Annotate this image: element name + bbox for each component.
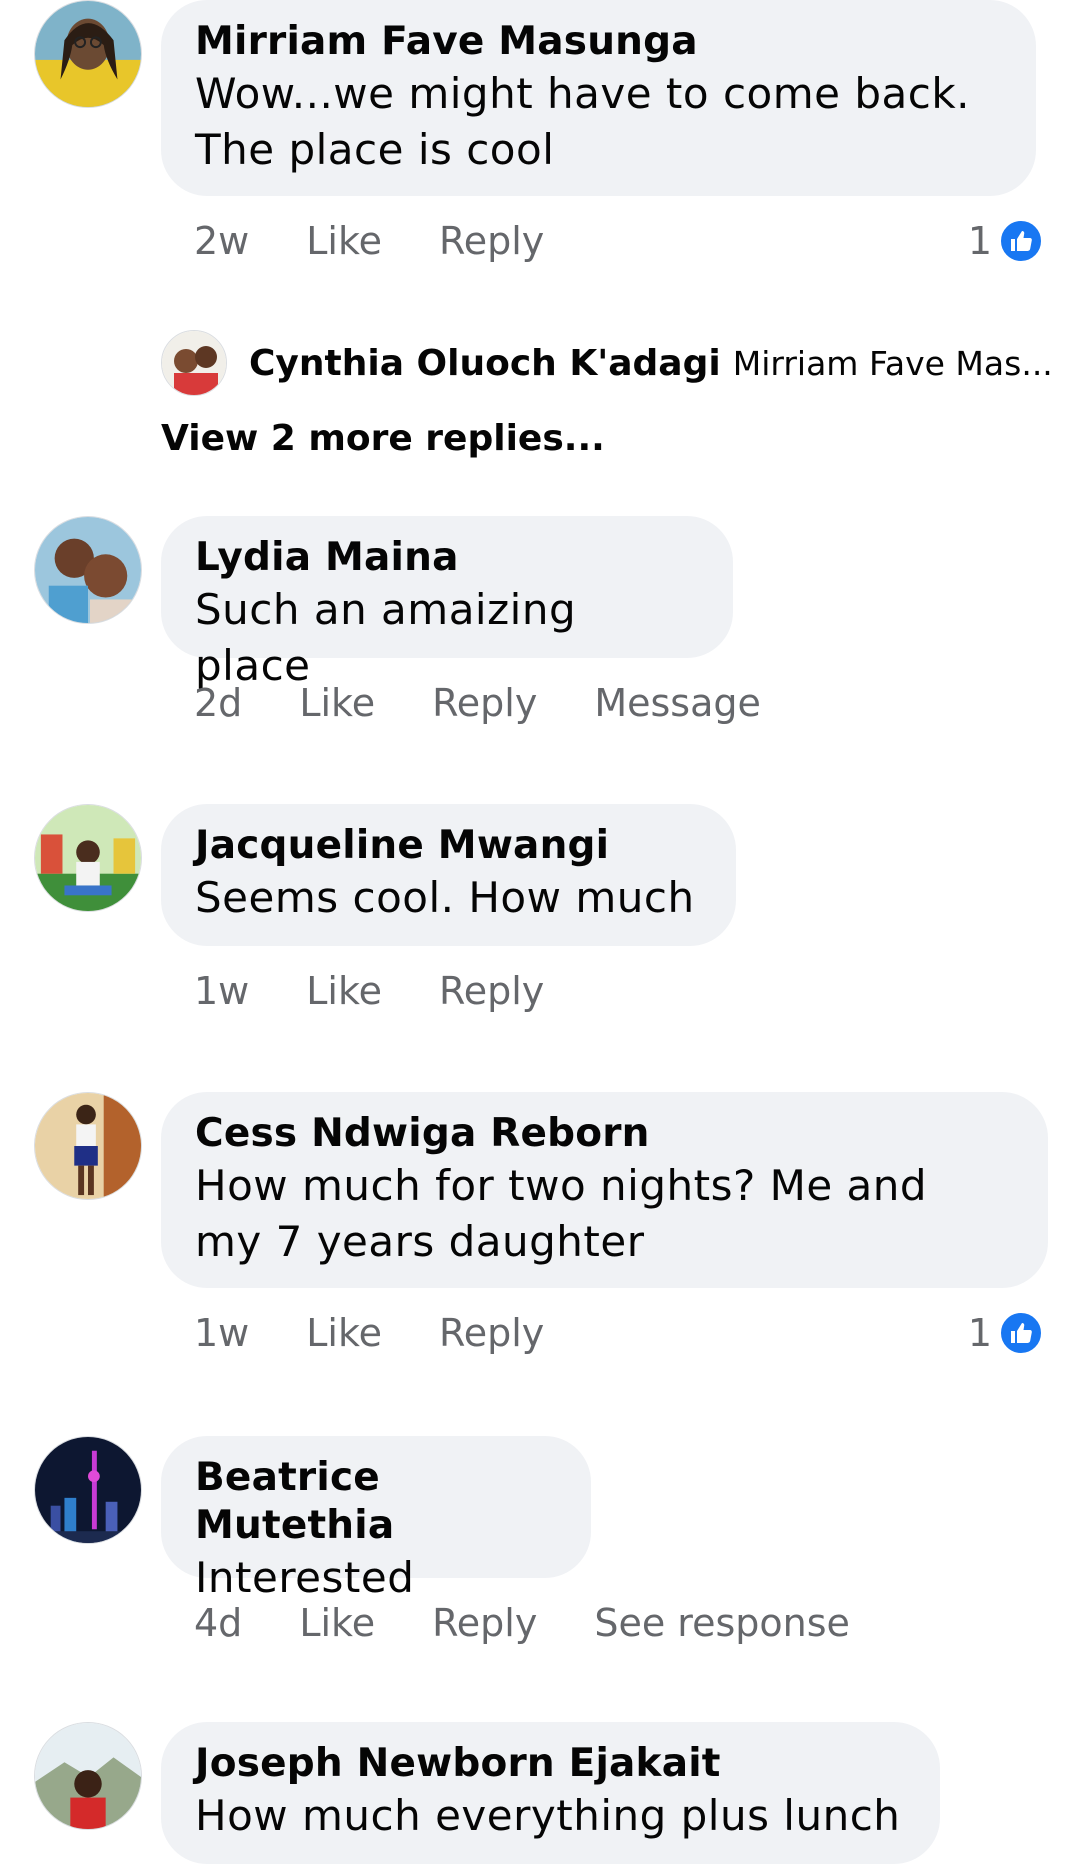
thumbs-up-icon — [998, 1310, 1044, 1356]
comment-text-line: Seems cool. How much — [195, 873, 695, 922]
comment-author[interactable]: Beatrice Mutethia — [195, 1454, 557, 1550]
like-button[interactable]: Like — [306, 1311, 382, 1355]
comment-bubble: Lydia Maina Such an amaizing place — [161, 516, 733, 690]
message-button[interactable]: Message — [594, 681, 761, 725]
like-button[interactable]: Like — [306, 969, 382, 1013]
avatar[interactable] — [34, 1722, 142, 1830]
avatar[interactable] — [34, 1436, 142, 1544]
comment-actions: 2w Like Reply — [194, 216, 601, 266]
comment-author[interactable]: Lydia Maina — [195, 534, 699, 582]
avatar-playground-icon — [35, 805, 141, 911]
avatar-family-icon — [162, 331, 226, 395]
avatar-city-night-icon — [35, 1437, 141, 1543]
reply-button[interactable]: Reply — [439, 1311, 544, 1355]
comment-timestamp: 2d — [194, 681, 243, 725]
avatar[interactable] — [161, 330, 227, 396]
comment-bubble: Joseph Newborn Ejakait How much everythi… — [161, 1722, 940, 1864]
comment-author[interactable]: Cess Ndwiga Reborn — [195, 1110, 1014, 1158]
comment-timestamp: 4d — [194, 1601, 243, 1645]
reaction-count[interactable]: 1 — [968, 218, 1044, 264]
comment-bubble: Beatrice Mutethia Interested — [161, 1436, 591, 1602]
comment-author[interactable]: Jacqueline Mwangi — [195, 822, 702, 870]
thumbs-up-icon — [998, 218, 1044, 264]
avatar-woman-yellow-icon — [35, 1, 141, 107]
reaction-count[interactable]: 1 — [968, 1310, 1044, 1356]
avatar[interactable] — [34, 804, 142, 912]
reply-button[interactable]: Reply — [432, 1601, 537, 1645]
like-button[interactable]: Like — [299, 681, 375, 725]
reply-button[interactable]: Reply — [432, 681, 537, 725]
comment-bubble: Mirriam Fave Masunga Wow...we might have… — [161, 0, 1036, 196]
reply-button[interactable]: Reply — [439, 969, 544, 1013]
comment-actions: 1w Like Reply — [194, 1308, 601, 1358]
comment-author[interactable]: Joseph Newborn Ejakait — [195, 1740, 906, 1788]
comment-timestamp: 1w — [194, 969, 250, 1013]
comment-timestamp: 1w — [194, 1311, 250, 1355]
comment-text-line: my 7 years daughter — [195, 1217, 645, 1266]
avatar-man-outdoors-icon — [35, 1723, 141, 1829]
reply-button[interactable]: Reply — [439, 219, 544, 263]
reaction-count-value: 1 — [967, 1311, 992, 1355]
comment-actions: 2d Like Reply Message — [194, 678, 818, 728]
view-more-replies-link[interactable]: View 2 more replies... — [161, 418, 605, 459]
comment-text-line: How much everything plus lunch — [195, 1791, 901, 1840]
see-response-button[interactable]: See response — [594, 1601, 850, 1645]
reply-text-preview: Mirriam Fave Mas... — [732, 343, 1053, 383]
comment-bubble: Cess Ndwiga Reborn How much for two nigh… — [161, 1092, 1048, 1288]
avatar[interactable] — [34, 0, 142, 108]
avatar[interactable] — [34, 1092, 142, 1200]
reply-preview-row[interactable]: Cynthia Oluoch K'adagi Mirriam Fave Mas.… — [161, 330, 1053, 396]
comment-text-line: The place is cool — [195, 125, 555, 174]
comment-author[interactable]: Mirriam Fave Masunga — [195, 18, 1002, 66]
reaction-count-value: 1 — [967, 219, 992, 263]
avatar-standing-woman-icon — [35, 1093, 141, 1199]
reply-author[interactable]: Cynthia Oluoch K'adagi — [249, 343, 721, 384]
comment-actions: 4d Like Reply See response — [194, 1598, 907, 1648]
comment-bubble: Jacqueline Mwangi Seems cool. How much — [161, 804, 736, 946]
comment-text-line: How much for two nights? Me and — [195, 1161, 928, 1210]
avatar[interactable] — [34, 516, 142, 624]
comment-timestamp: 2w — [194, 219, 250, 263]
like-button[interactable]: Like — [306, 219, 382, 263]
comment-actions: 1w Like Reply — [194, 966, 601, 1016]
comment-text-line: Wow...we might have to come back. — [195, 69, 971, 118]
avatar-two-children-icon — [35, 517, 141, 623]
like-button[interactable]: Like — [299, 1601, 375, 1645]
